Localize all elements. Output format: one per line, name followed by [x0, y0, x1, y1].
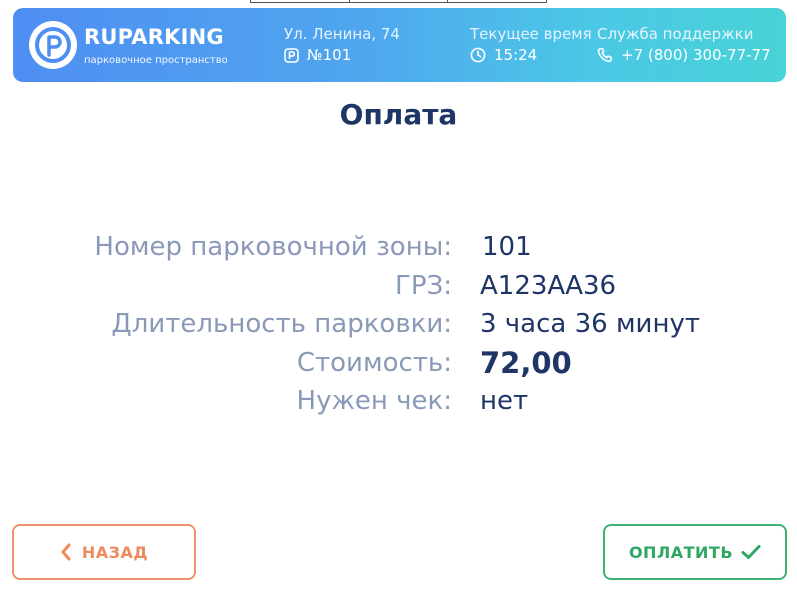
detail-value: 72,00 — [480, 345, 572, 380]
current-time: 15:24 — [470, 46, 537, 64]
detail-row-duration: Длительность парковки: 3 часа 36 минут — [0, 309, 797, 348]
time-label: Текущее время — [470, 25, 592, 43]
detail-value: 101 — [482, 232, 532, 262]
back-button[interactable]: НАЗАД — [12, 524, 196, 580]
detail-row-zone: Номер парковочной зоны: 101 — [0, 232, 797, 271]
checkmark-icon — [741, 544, 761, 560]
address-label: Ул. Ленина, 74 — [284, 25, 400, 43]
phone-icon — [597, 47, 613, 63]
back-button-label: НАЗАД — [81, 542, 149, 562]
zone-number-text: №101 — [307, 46, 352, 64]
detail-label: Номер парковочной зоны: — [94, 232, 452, 262]
detail-label: ГРЗ: — [395, 270, 452, 301]
pay-button-label: ОПЛАТИТЬ — [628, 542, 734, 562]
page-title: Оплата — [339, 98, 458, 131]
brand-subtitle: парковочное пространство — [84, 55, 228, 66]
top-tab — [448, 0, 546, 2]
top-tab — [350, 0, 449, 2]
parking-p-logo-icon — [29, 21, 77, 69]
payment-details: Номер парковочной зоны: 101 ГРЗ: А123АА3… — [0, 232, 797, 425]
detail-label: Длительность парковки: — [111, 309, 452, 339]
pay-button[interactable]: ОПЛАТИТЬ — [603, 524, 787, 580]
top-tab-strip — [250, 0, 547, 3]
detail-row-cost: Стоимость: 72,00 — [0, 345, 797, 387]
detail-value: 3 часа 36 минут — [480, 309, 700, 339]
current-time-text: 15:24 — [494, 46, 538, 64]
detail-value: А123АА36 — [480, 270, 617, 301]
support-phone[interactable]: +7 (800) 300-77-77 — [597, 46, 771, 64]
detail-value: нет — [480, 386, 529, 416]
detail-row-plate: ГРЗ: А123АА36 — [0, 271, 797, 310]
brand-name: RUPARKING — [84, 25, 224, 49]
header-bar: RUPARKING парковочное пространство Ул. Л… — [13, 8, 786, 82]
clock-icon — [470, 47, 486, 63]
support-label: Служба поддержки — [597, 25, 754, 43]
parking-sign-icon — [284, 47, 299, 63]
chevron-left-icon — [60, 543, 72, 561]
detail-row-receipt: Нужен чек: нет — [0, 386, 797, 425]
zone-number: №101 — [284, 46, 351, 64]
detail-label: Стоимость: — [296, 347, 452, 378]
detail-label: Нужен чек: — [296, 386, 452, 416]
support-phone-text: +7 (800) 300-77-77 — [621, 46, 771, 64]
top-tab — [251, 0, 350, 2]
